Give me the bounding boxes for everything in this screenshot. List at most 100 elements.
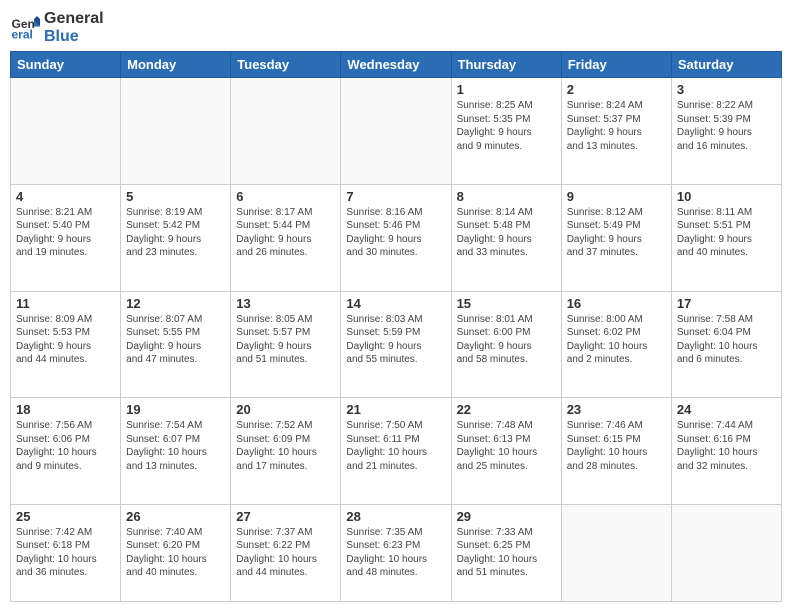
calendar-cell: 19 Sunrise: 7:54 AM Sunset: 6:07 PM Dayli… [121, 398, 231, 505]
day-header-saturday: Saturday [671, 52, 781, 78]
day-number: 23 [567, 402, 666, 417]
calendar-cell: 13 Sunrise: 8:05 AM Sunset: 5:57 PM Dayli… [231, 291, 341, 398]
day-info: Sunrise: 8:03 AM Sunset: 5:59 PM Dayligh… [346, 313, 445, 367]
calendar-cell: 6 Sunrise: 8:17 AM Sunset: 5:44 PM Daylig… [231, 184, 341, 291]
day-info: Sunrise: 8:07 AM Sunset: 5:55 PM Dayligh… [126, 313, 225, 367]
day-number: 25 [16, 509, 115, 524]
day-info: Sunrise: 7:42 AM Sunset: 6:18 PM Dayligh… [16, 526, 115, 580]
day-number: 6 [236, 189, 335, 204]
calendar-cell [561, 504, 671, 601]
week-row-1: 1Sunrise: 8:25 AM Sunset: 5:35 PM Daylig… [11, 78, 782, 185]
day-number: 3 [677, 82, 776, 97]
logo: Gen eral General Blue [10, 10, 104, 45]
calendar-cell: 9 Sunrise: 8:12 AM Sunset: 5:49 PM Daylig… [561, 184, 671, 291]
calendar-cell: 7Sunrise: 8:16 AM Sunset: 5:46 PM Daylig… [341, 184, 451, 291]
day-header-thursday: Thursday [451, 52, 561, 78]
day-number: 11 [16, 296, 115, 311]
day-number: 21 [346, 402, 445, 417]
day-info: Sunrise: 7:50 AM Sunset: 6:11 PM Dayligh… [346, 419, 445, 473]
calendar-cell [341, 78, 451, 185]
calendar-cell: 24 Sunrise: 7:44 AM Sunset: 6:16 PM Dayli… [671, 398, 781, 505]
calendar-cell: 23 Sunrise: 7:46 AM Sunset: 6:15 PM Dayli… [561, 398, 671, 505]
day-number: 19 [126, 402, 225, 417]
calendar-cell: 4 Sunrise: 8:21 AM Sunset: 5:40 PM Daylig… [11, 184, 121, 291]
day-info: Sunrise: 7:52 AM Sunset: 6:09 PM Dayligh… [236, 419, 335, 473]
logo-line2: Blue [44, 28, 104, 46]
day-info: Sunrise: 7:58 AM Sunset: 6:04 PM Dayligh… [677, 313, 776, 367]
week-row-4: 18Sunrise: 7:56 AM Sunset: 6:06 PM Dayli… [11, 398, 782, 505]
day-info: Sunrise: 7:46 AM Sunset: 6:15 PM Dayligh… [567, 419, 666, 473]
day-number: 26 [126, 509, 225, 524]
day-number: 13 [236, 296, 335, 311]
day-info: Sunrise: 7:35 AM Sunset: 6:23 PM Dayligh… [346, 526, 445, 580]
calendar-table: SundayMondayTuesdayWednesdayThursdayFrid… [10, 51, 782, 602]
calendar-cell: 22 Sunrise: 7:48 AM Sunset: 6:13 PM Dayli… [451, 398, 561, 505]
day-info: Sunrise: 7:40 AM Sunset: 6:20 PM Dayligh… [126, 526, 225, 580]
day-number: 10 [677, 189, 776, 204]
day-info: Sunrise: 8:25 AM Sunset: 5:35 PM Dayligh… [457, 99, 556, 153]
day-header-tuesday: Tuesday [231, 52, 341, 78]
day-info: Sunrise: 8:24 AM Sunset: 5:37 PM Dayligh… [567, 99, 666, 153]
day-info: Sunrise: 8:22 AM Sunset: 5:39 PM Dayligh… [677, 99, 776, 153]
day-header-wednesday: Wednesday [341, 52, 451, 78]
calendar-cell: 12 Sunrise: 8:07 AM Sunset: 5:55 PM Dayli… [121, 291, 231, 398]
week-row-5: 25 Sunrise: 7:42 AM Sunset: 6:18 PM Dayli… [11, 504, 782, 601]
calendar-cell: 28Sunrise: 7:35 AM Sunset: 6:23 PM Dayli… [341, 504, 451, 601]
day-number: 22 [457, 402, 556, 417]
calendar-cell: 25 Sunrise: 7:42 AM Sunset: 6:18 PM Dayli… [11, 504, 121, 601]
calendar-cell: 8 Sunrise: 8:14 AM Sunset: 5:48 PM Daylig… [451, 184, 561, 291]
svg-text:eral: eral [12, 27, 33, 41]
day-header-monday: Monday [121, 52, 231, 78]
calendar-cell: 26 Sunrise: 7:40 AM Sunset: 6:20 PM Dayli… [121, 504, 231, 601]
calendar-cell: 18Sunrise: 7:56 AM Sunset: 6:06 PM Dayli… [11, 398, 121, 505]
day-info: Sunrise: 8:19 AM Sunset: 5:42 PM Dayligh… [126, 206, 225, 260]
day-info: Sunrise: 7:44 AM Sunset: 6:16 PM Dayligh… [677, 419, 776, 473]
day-info: Sunrise: 8:12 AM Sunset: 5:49 PM Dayligh… [567, 206, 666, 260]
calendar-cell: 16 Sunrise: 8:00 AM Sunset: 6:02 PM Dayli… [561, 291, 671, 398]
header: Gen eral General Blue [10, 10, 782, 45]
day-header-sunday: Sunday [11, 52, 121, 78]
calendar-cell [671, 504, 781, 601]
day-info: Sunrise: 7:48 AM Sunset: 6:13 PM Dayligh… [457, 419, 556, 473]
day-number: 2 [567, 82, 666, 97]
day-header-friday: Friday [561, 52, 671, 78]
calendar-cell: 3 Sunrise: 8:22 AM Sunset: 5:39 PM Daylig… [671, 78, 781, 185]
day-number: 9 [567, 189, 666, 204]
day-number: 4 [16, 189, 115, 204]
day-info: Sunrise: 8:21 AM Sunset: 5:40 PM Dayligh… [16, 206, 115, 260]
day-info: Sunrise: 8:05 AM Sunset: 5:57 PM Dayligh… [236, 313, 335, 367]
calendar-header-row: SundayMondayTuesdayWednesdayThursdayFrid… [11, 52, 782, 78]
calendar-cell [121, 78, 231, 185]
day-number: 29 [457, 509, 556, 524]
day-info: Sunrise: 7:54 AM Sunset: 6:07 PM Dayligh… [126, 419, 225, 473]
calendar-cell [231, 78, 341, 185]
calendar-cell: 10 Sunrise: 8:11 AM Sunset: 5:51 PM Dayli… [671, 184, 781, 291]
day-number: 14 [346, 296, 445, 311]
day-number: 16 [567, 296, 666, 311]
calendar-cell [11, 78, 121, 185]
day-number: 17 [677, 296, 776, 311]
day-info: Sunrise: 8:11 AM Sunset: 5:51 PM Dayligh… [677, 206, 776, 260]
day-number: 12 [126, 296, 225, 311]
day-info: Sunrise: 7:33 AM Sunset: 6:25 PM Dayligh… [457, 526, 556, 580]
calendar-cell: 27Sunrise: 7:37 AM Sunset: 6:22 PM Dayli… [231, 504, 341, 601]
logo-icon: Gen eral [10, 13, 40, 43]
calendar-cell: 21 Sunrise: 7:50 AM Sunset: 6:11 PM Dayli… [341, 398, 451, 505]
day-info: Sunrise: 8:17 AM Sunset: 5:44 PM Dayligh… [236, 206, 335, 260]
week-row-2: 4 Sunrise: 8:21 AM Sunset: 5:40 PM Daylig… [11, 184, 782, 291]
day-info: Sunrise: 8:00 AM Sunset: 6:02 PM Dayligh… [567, 313, 666, 367]
page: Gen eral General Blue SundayMondayTuesda… [0, 0, 792, 612]
calendar-cell: 5Sunrise: 8:19 AM Sunset: 5:42 PM Daylig… [121, 184, 231, 291]
day-number: 18 [16, 402, 115, 417]
calendar-cell: 20 Sunrise: 7:52 AM Sunset: 6:09 PM Dayli… [231, 398, 341, 505]
day-info: Sunrise: 8:14 AM Sunset: 5:48 PM Dayligh… [457, 206, 556, 260]
calendar-cell: 2 Sunrise: 8:24 AM Sunset: 5:37 PM Daylig… [561, 78, 671, 185]
calendar-cell: 14 Sunrise: 8:03 AM Sunset: 5:59 PM Dayli… [341, 291, 451, 398]
day-info: Sunrise: 8:01 AM Sunset: 6:00 PM Dayligh… [457, 313, 556, 367]
calendar-cell: 17 Sunrise: 7:58 AM Sunset: 6:04 PM Dayli… [671, 291, 781, 398]
calendar-cell: 11Sunrise: 8:09 AM Sunset: 5:53 PM Dayli… [11, 291, 121, 398]
day-number: 24 [677, 402, 776, 417]
day-number: 8 [457, 189, 556, 204]
day-number: 20 [236, 402, 335, 417]
day-info: Sunrise: 8:16 AM Sunset: 5:46 PM Dayligh… [346, 206, 445, 260]
